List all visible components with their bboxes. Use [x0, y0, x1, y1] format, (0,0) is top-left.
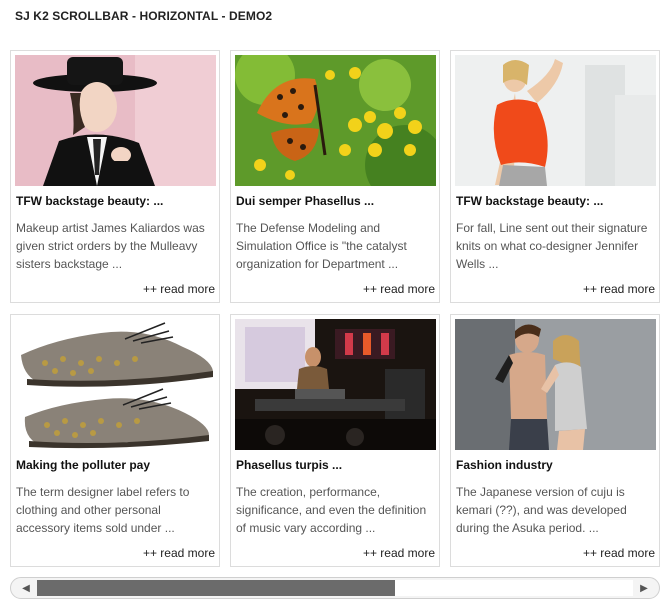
item-card: Fashion industry The Japanese version of… [450, 314, 660, 567]
read-more-link[interactable]: ++ read more [583, 546, 655, 560]
read-more-link[interactable]: ++ read more [143, 546, 215, 560]
read-more-link[interactable]: ++ read more [363, 546, 435, 560]
model-hat-image [15, 55, 216, 186]
item-thumbnail-link[interactable] [455, 55, 656, 186]
couple-fashion-image [455, 319, 656, 450]
studded-shoes-image [15, 319, 216, 450]
scroll-right-arrow-icon[interactable]: ▶ [633, 578, 655, 598]
item-thumbnail-link[interactable] [455, 319, 656, 450]
module-title: SJ K2 SCROLLBAR - HORIZONTAL - DEMO2 [15, 9, 273, 23]
concert-stage-image [235, 319, 436, 450]
item-thumbnail-link[interactable] [15, 319, 216, 450]
item-title-link[interactable]: TFW backstage beauty: ... [456, 194, 656, 208]
item-card: TFW backstage beauty: ... Makeup artist … [10, 50, 220, 303]
item-thumbnail-link[interactable] [15, 55, 216, 186]
item-title-link[interactable]: Phasellus turpis ... [236, 458, 436, 472]
item-card: Phasellus turpis ... The creation, perfo… [230, 314, 440, 567]
scroll-left-arrow-icon[interactable]: ◀ [15, 578, 37, 598]
item-description: The Defense Modeling and Simulation Offi… [236, 221, 407, 271]
item-description: The Japanese version of cuju is kemari (… [456, 485, 627, 535]
butterfly-image [235, 55, 436, 186]
item-description: The term designer label refers to clothi… [16, 485, 190, 535]
scrollbar-track[interactable] [37, 580, 633, 596]
item-description: The creation, performance, significance,… [236, 485, 427, 535]
read-more-link[interactable]: ++ read more [363, 282, 435, 296]
item-title-link[interactable]: TFW backstage beauty: ... [16, 194, 216, 208]
read-more-link[interactable]: ++ read more [583, 282, 655, 296]
item-description: Makeup artist James Kaliardos was given … [16, 221, 205, 271]
item-title-link[interactable]: Dui semper Phasellus ... [236, 194, 436, 208]
item-card: TFW backstage beauty: ... For fall, Line… [450, 50, 660, 303]
item-description: For fall, Line sent out their signature … [456, 221, 648, 271]
read-more-link[interactable]: ++ read more [143, 282, 215, 296]
item-card: Making the polluter pay The term designe… [10, 314, 220, 567]
item-title-link[interactable]: Making the polluter pay [16, 458, 216, 472]
item-thumbnail-link[interactable] [235, 319, 436, 450]
item-title-link[interactable]: Fashion industry [456, 458, 656, 472]
horizontal-scrollbar[interactable]: ◀ ▶ [10, 577, 660, 599]
item-thumbnail-link[interactable] [235, 55, 436, 186]
item-card: Dui semper Phasellus ... The Defense Mod… [230, 50, 440, 303]
model-orange-top-image [455, 55, 656, 186]
scrollbar-thumb[interactable] [37, 580, 395, 596]
